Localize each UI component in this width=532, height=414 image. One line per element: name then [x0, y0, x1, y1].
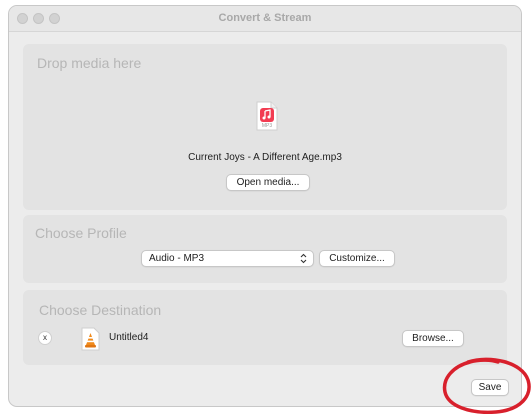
drop-media-title: Drop media here: [37, 55, 142, 71]
choose-profile-title: Choose Profile: [35, 225, 127, 241]
file-type-label: MP3: [261, 123, 273, 129]
customize-button[interactable]: Customize...: [319, 250, 395, 267]
destination-name: Untitled4: [109, 332, 149, 343]
profile-select[interactable]: Audio - MP3: [141, 250, 314, 267]
window-title: Convert & Stream: [218, 12, 312, 24]
media-file-name: Current Joys - A Different Age.mp3: [188, 152, 342, 163]
selected-profile-label: Audio - MP3: [149, 253, 205, 264]
title-bar: Convert & Stream: [9, 6, 521, 32]
annotation-circle: [442, 357, 531, 414]
browse-button[interactable]: Browse...: [402, 330, 464, 347]
updown-chevron-icon: [300, 253, 307, 269]
convert-stream-window: Convert & Stream Drop media here MP3 Cur…: [8, 5, 522, 407]
open-media-button[interactable]: Open media...: [226, 174, 310, 191]
remove-destination-button[interactable]: x: [38, 331, 52, 345]
drop-media-panel[interactable]: Drop media here MP3 Current Joys - A Dif…: [23, 44, 507, 210]
close-icon: x: [43, 333, 47, 342]
mp3-file-icon: MP3: [256, 101, 278, 131]
choose-profile-panel: Choose Profile Audio - MP3 Customize...: [23, 215, 507, 283]
choose-destination-panel: Choose Destination x Untitled4 Browse...: [23, 290, 507, 365]
choose-destination-title: Choose Destination: [39, 302, 162, 318]
vlc-file-icon: [81, 327, 100, 351]
